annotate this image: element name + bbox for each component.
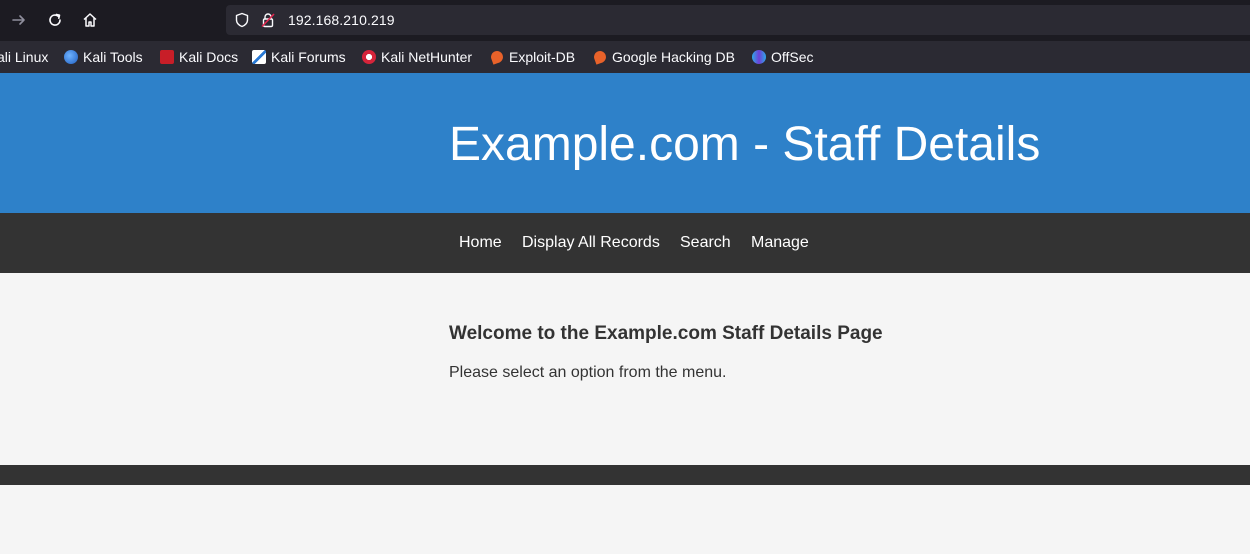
site-header: Example.com - Staff Details <box>0 73 1250 213</box>
bookmark-kali-docs[interactable]: Kali Docs <box>160 48 238 66</box>
footer-bar <box>0 465 1250 485</box>
bookmark-label: Kali Tools <box>83 49 143 65</box>
bookmark-exploit-db[interactable]: Exploit-DB <box>489 48 576 66</box>
kali-docs-icon <box>160 50 174 64</box>
insecure-lock-icon[interactable] <box>260 12 276 28</box>
home-button[interactable] <box>79 9 101 31</box>
bookmark-offsec[interactable]: OffSec <box>752 48 814 66</box>
bookmark-google-hacking-db[interactable]: Google Hacking DB <box>592 48 735 66</box>
shield-icon[interactable] <box>234 12 250 28</box>
reload-button[interactable] <box>44 9 66 31</box>
nav-link-home[interactable]: Home <box>459 233 502 252</box>
kali-tools-icon <box>64 50 78 64</box>
bookmark-label: Kali NetHunter <box>381 49 473 65</box>
nav-link-manage[interactable]: Manage <box>751 233 809 252</box>
home-icon <box>83 13 97 27</box>
reload-icon <box>49 13 61 26</box>
bookmark-label: ali Linux <box>0 49 49 65</box>
page-background <box>0 485 1250 554</box>
kali-forums-icon <box>252 50 266 64</box>
nav-link-search[interactable]: Search <box>680 233 731 252</box>
google-hacking-db-icon <box>592 49 608 65</box>
bookmark-label: OffSec <box>771 49 814 65</box>
welcome-heading: Welcome to the Example.com Staff Details… <box>449 323 883 344</box>
site-title: Example.com - Staff Details <box>449 118 1041 171</box>
bookmark-kali-nethunter[interactable]: Kali NetHunter <box>362 48 472 66</box>
forward-button[interactable] <box>8 9 30 31</box>
offsec-icon <box>752 50 766 64</box>
bookmark-kali-tools[interactable]: Kali Tools <box>64 48 143 66</box>
bookmarks-bar: ali Linux Kali Tools Kali Docs Kali Foru… <box>0 40 1250 73</box>
bookmark-label: Google Hacking DB <box>612 49 735 65</box>
main-content: Welcome to the Example.com Staff Details… <box>0 273 1250 465</box>
url-text[interactable]: 192.168.210.219 <box>288 12 395 28</box>
url-bar[interactable]: 192.168.210.219 <box>226 5 1250 35</box>
bookmark-kali-linux[interactable]: ali Linux <box>0 48 48 66</box>
bookmark-label: Kali Docs <box>179 49 239 65</box>
site-nav: Home Display All Records Search Manage <box>0 213 1250 273</box>
bookmark-kali-forums[interactable]: Kali Forums <box>252 48 346 66</box>
exploit-db-icon <box>489 49 505 65</box>
welcome-text: Please select an option from the menu. <box>449 364 727 381</box>
kali-nethunter-icon <box>362 50 376 64</box>
nav-link-display-all-records[interactable]: Display All Records <box>522 233 660 252</box>
browser-toolbar: 192.168.210.219 <box>0 0 1250 40</box>
bookmark-label: Kali Forums <box>271 49 346 65</box>
forward-arrow-icon <box>12 15 25 25</box>
bookmark-label: Exploit-DB <box>509 49 576 65</box>
